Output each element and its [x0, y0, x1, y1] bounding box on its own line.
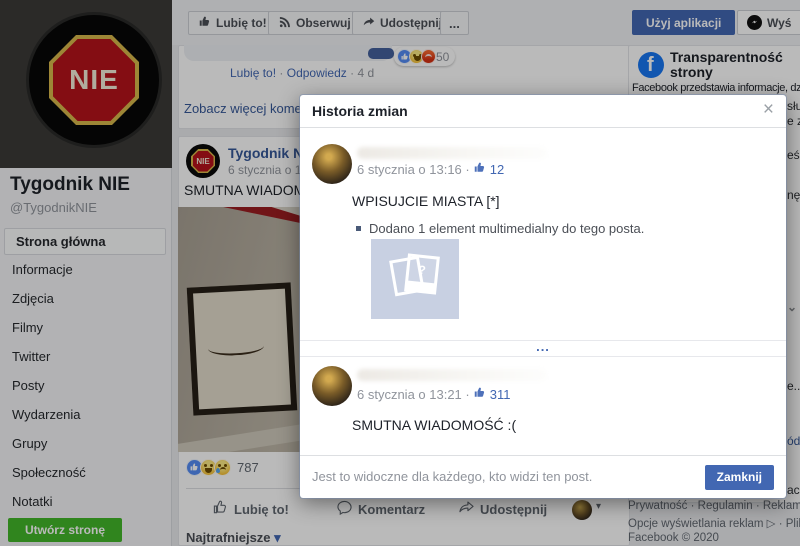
- facebook-page: NIE Lubię to! Obserwuj Udostępnij ... Uż…: [0, 0, 800, 546]
- close-modal-button[interactable]: Zamknij: [705, 465, 774, 490]
- editor-avatar[interactable]: [312, 144, 352, 184]
- modal-footer: Jest to widoczne dla każdego, kto widzi …: [300, 455, 786, 498]
- edit-meta: 6 stycznia o 13:16 · 12: [357, 162, 504, 177]
- modal-header: Historia zmian ×: [300, 95, 786, 128]
- show-more-edits[interactable]: ...: [300, 340, 786, 357]
- like-count[interactable]: 311: [490, 387, 511, 402]
- thumbs-up-icon: [474, 162, 486, 177]
- edit-version-text: SMUTNA WIADOMOŚĆ :(: [352, 417, 516, 433]
- edit-timestamp[interactable]: 6 stycznia o 13:21 ·: [357, 387, 470, 402]
- blurred-editor-name: [357, 147, 547, 159]
- blurred-editor-name: [357, 369, 547, 381]
- modal-title: Historia zmian: [312, 103, 408, 119]
- edit-meta: 6 stycznia o 13:21 · 311: [357, 387, 510, 402]
- editor-avatar[interactable]: [312, 366, 352, 406]
- visibility-note: Jest to widoczne dla każdego, kto widzi …: [312, 469, 592, 484]
- edit-history-modal: Historia zmian × 6 stycznia o 13:16 · 12…: [300, 95, 786, 498]
- media-placeholder: ?: [371, 239, 459, 319]
- close-icon[interactable]: ×: [763, 99, 774, 121]
- thumbs-up-icon: [474, 387, 486, 402]
- edit-change-item: Dodano 1 element multimedialny do tego p…: [356, 221, 644, 236]
- like-count[interactable]: 12: [490, 162, 504, 177]
- edit-version-text: WPISUJCIE MIASTA [*]: [352, 193, 500, 209]
- edit-timestamp[interactable]: 6 stycznia o 13:16 ·: [357, 162, 470, 177]
